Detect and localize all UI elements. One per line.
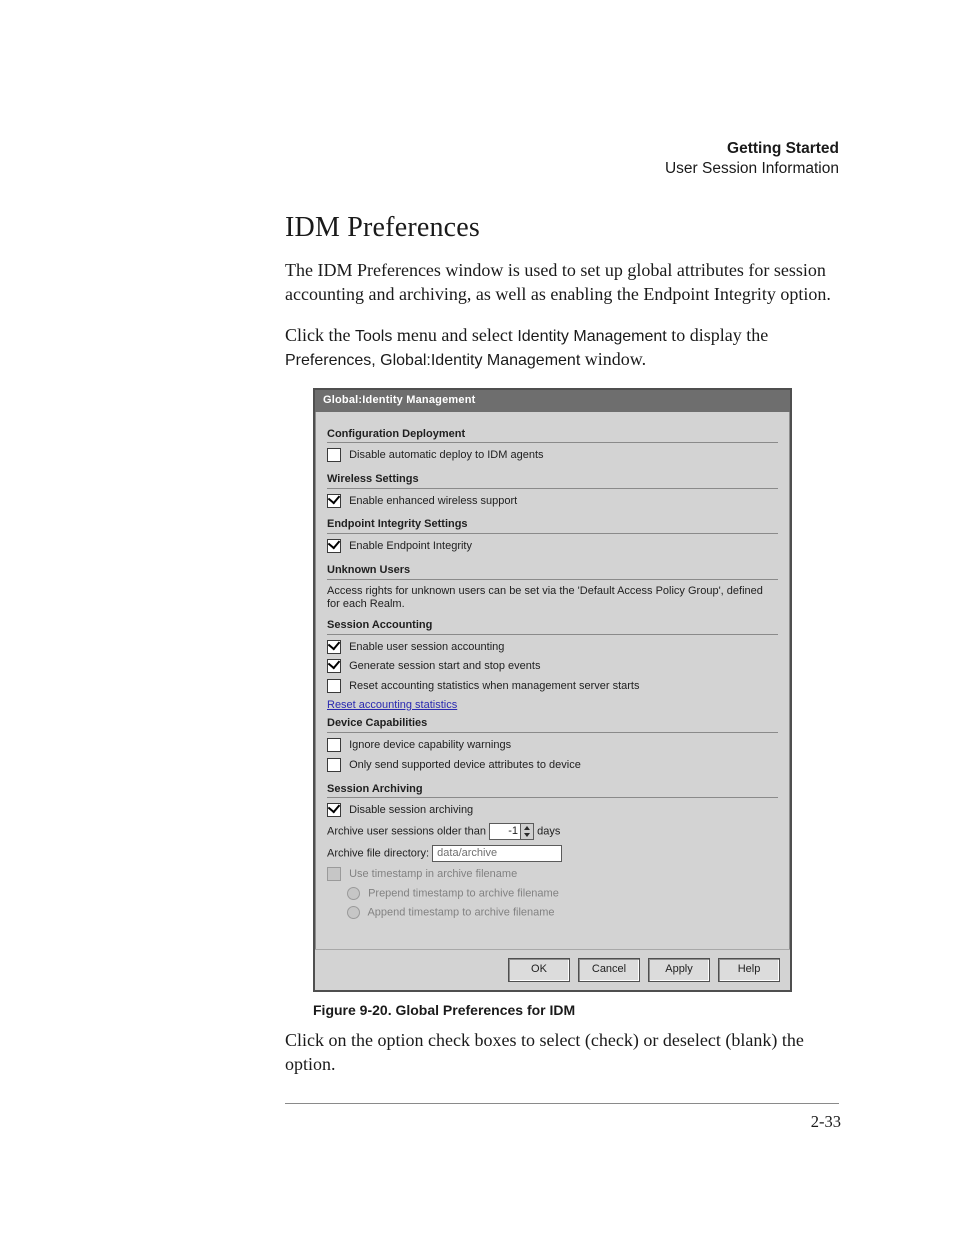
page-number: 2-33 — [285, 1112, 841, 1132]
ok-button[interactable]: OK — [508, 958, 570, 982]
page-title: IDM Preferences — [285, 212, 839, 244]
checkbox-label: Use timestamp in archive filename — [349, 868, 517, 880]
checkbox-enable-session-accounting[interactable] — [327, 640, 341, 654]
checkbox-label: Disable session archiving — [349, 804, 473, 816]
group-device-capabilities: Device Capabilities — [327, 717, 778, 733]
radio-prepend-timestamp — [347, 887, 360, 900]
group-unknown-users: Unknown Users — [327, 564, 778, 580]
checkbox-only-supported-attributes[interactable] — [327, 758, 341, 772]
intro-paragraph-1: The IDM Preferences window is used to se… — [285, 258, 839, 307]
menu-tools-label: Tools — [355, 328, 392, 345]
checkbox-enable-wireless[interactable] — [327, 494, 341, 508]
checkbox-disable-session-archiving[interactable] — [327, 803, 341, 817]
dialog-titlebar: Global:Identity Management — [315, 390, 790, 412]
checkbox-reset-on-start[interactable] — [327, 679, 341, 693]
group-configuration-deployment: Configuration Deployment — [327, 428, 778, 444]
checkbox-label: Enable Endpoint Integrity — [349, 540, 472, 552]
help-button[interactable]: Help — [718, 958, 780, 982]
group-endpoint-integrity: Endpoint Integrity Settings — [327, 518, 778, 534]
group-wireless-settings: Wireless Settings — [327, 473, 778, 489]
spinner-buttons-icon[interactable] — [520, 824, 533, 839]
apply-button[interactable]: Apply — [648, 958, 710, 982]
checkbox-label: Generate session start and stop events — [349, 660, 540, 672]
input-archive-directory[interactable]: data/archive — [432, 845, 562, 862]
checkbox-label: Reset accounting statistics when managem… — [349, 680, 639, 692]
link-reset-accounting-statistics[interactable]: Reset accounting statistics — [327, 699, 457, 711]
figure-caption: Figure 9-20. Global Preferences for IDM — [313, 1002, 839, 1018]
checkbox-label: Only send supported device attributes to… — [349, 759, 581, 771]
checkbox-use-timestamp — [327, 867, 341, 881]
text: window. — [580, 349, 646, 369]
group-session-accounting: Session Accounting — [327, 619, 778, 635]
checkbox-generate-session-events[interactable] — [327, 659, 341, 673]
checkbox-label: Ignore device capability warnings — [349, 739, 511, 751]
preferences-dialog: Global:Identity Management Configuration… — [313, 388, 792, 992]
footer-rule — [285, 1103, 839, 1104]
spinner-archive-days[interactable]: -1 — [489, 823, 534, 840]
checkbox-label: Disable automatic deploy to IDM agents — [349, 449, 543, 461]
label-archive-file-directory: Archive file directory: — [327, 847, 429, 859]
unknown-users-note: Access rights for unknown users can be s… — [327, 585, 778, 613]
checkbox-enable-endpoint-integrity[interactable] — [327, 539, 341, 553]
label-days: days — [537, 825, 560, 837]
radio-label: Append timestamp to archive filename — [367, 906, 554, 918]
menu-identity-management-label: Identity Management — [517, 328, 666, 345]
label-archive-older-than: Archive user sessions older than — [327, 825, 486, 837]
radio-label: Prepend timestamp to archive filename — [368, 887, 559, 899]
checkbox-label: Enable user session accounting — [349, 641, 504, 653]
header-section: User Session Information — [285, 160, 839, 178]
checkbox-ignore-capability-warnings[interactable] — [327, 738, 341, 752]
header-chapter: Getting Started — [285, 140, 839, 158]
text: menu and select — [392, 325, 517, 345]
text: Click the — [285, 325, 355, 345]
group-session-archiving: Session Archiving — [327, 783, 778, 799]
spinner-value: -1 — [490, 824, 520, 839]
radio-append-timestamp — [347, 906, 360, 919]
checkbox-disable-auto-deploy[interactable] — [327, 448, 341, 462]
checkbox-label: Enable enhanced wireless support — [349, 495, 517, 507]
closing-paragraph: Click on the option check boxes to selec… — [285, 1028, 839, 1077]
cancel-button[interactable]: Cancel — [578, 958, 640, 982]
intro-paragraph-2: Click the Tools menu and select Identity… — [285, 323, 839, 372]
window-name-label: Preferences, Global:Identity Management — [285, 352, 580, 369]
text: to display the — [667, 325, 769, 345]
